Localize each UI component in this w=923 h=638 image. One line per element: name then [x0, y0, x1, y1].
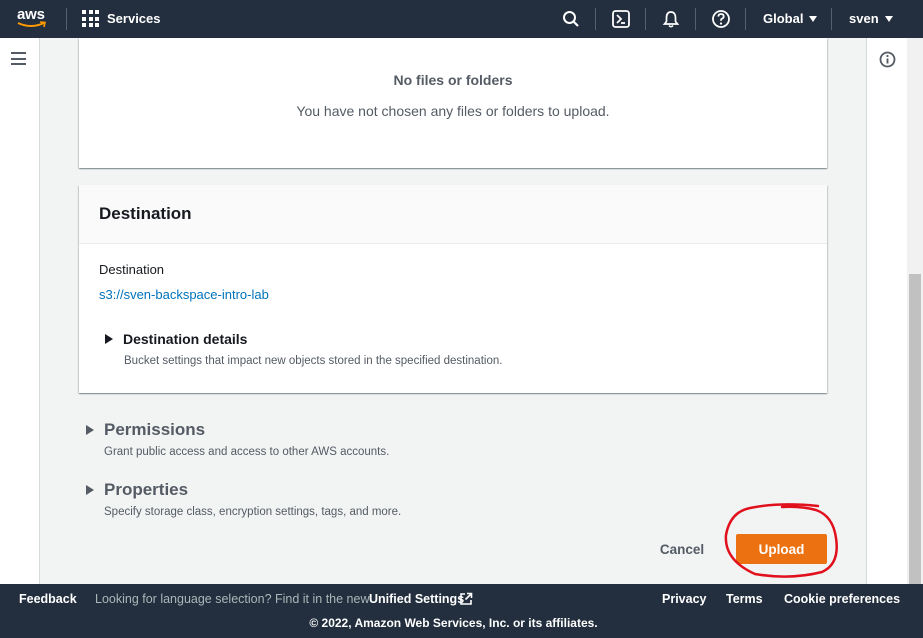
nav-divider — [595, 8, 596, 30]
feedback-link[interactable]: Feedback — [19, 592, 77, 606]
empty-state-message: You have not chosen any files or folders… — [296, 103, 610, 119]
destination-bucket-link[interactable]: s3://sven-backspace-intro-lab — [99, 287, 269, 302]
user-label: sven — [849, 11, 879, 26]
menu-hamburger-icon[interactable] — [11, 52, 26, 65]
unified-settings-link[interactable]: Unified Settings — [369, 592, 464, 606]
destination-details-description: Bucket settings that impact new objects … — [124, 355, 503, 367]
services-grid-icon — [82, 10, 99, 27]
permissions-description: Grant public access and access to other … — [104, 446, 390, 458]
cloudshell-icon[interactable] — [611, 9, 631, 29]
properties-title: Properties — [104, 480, 189, 499]
account-menu[interactable]: sven — [849, 11, 893, 26]
copyright-text: © 2022, Amazon Web Services, Inc. or its… — [309, 616, 598, 630]
files-and-folders-card: No files or folders You have not chosen … — [79, 38, 827, 168]
language-prompt: Looking for language selection? Find it … — [95, 592, 370, 606]
destination-heading: Destination — [99, 204, 192, 223]
destination-card: Destination Destination s3://sven-backsp… — [79, 185, 827, 393]
properties-expander[interactable]: Properties — [86, 480, 401, 500]
permissions-title: Permissions — [104, 420, 206, 439]
aws-smile-icon — [17, 21, 46, 28]
permissions-expander[interactable]: Permissions — [86, 420, 389, 440]
region-selector[interactable]: Global — [763, 11, 818, 26]
scrollbar-thumb[interactable] — [909, 274, 921, 584]
destination-card-header: Destination — [79, 185, 827, 244]
caret-down-icon — [884, 15, 893, 22]
terms-link[interactable]: Terms — [726, 592, 763, 606]
notifications-bell-icon[interactable] — [661, 9, 681, 29]
nav-divider — [831, 8, 832, 30]
privacy-link[interactable]: Privacy — [662, 592, 706, 606]
nav-divider — [695, 8, 696, 30]
caret-right-icon — [86, 485, 94, 495]
external-link-icon[interactable] — [459, 592, 473, 606]
cookie-preferences-link[interactable]: Cookie preferences — [784, 592, 900, 606]
destination-details-title: Destination details — [123, 331, 248, 347]
destination-details-expander[interactable]: Destination details — [105, 331, 247, 347]
properties-section: Properties Specify storage class, encryp… — [86, 480, 401, 518]
nav-divider — [645, 8, 646, 30]
search-icon[interactable] — [561, 9, 581, 29]
help-icon[interactable] — [711, 9, 731, 29]
info-icon[interactable] — [879, 51, 896, 68]
left-navigation-rail — [0, 38, 40, 584]
aws-logo[interactable]: aws — [14, 5, 54, 33]
nav-divider — [66, 8, 67, 30]
destination-label: Destination — [99, 262, 165, 277]
caret-right-icon — [105, 334, 113, 344]
tools-panel-rail — [866, 38, 907, 584]
page-scrollbar[interactable] — [907, 38, 923, 584]
nav-divider — [745, 8, 746, 30]
empty-state-title: No files or folders — [393, 72, 513, 88]
permissions-section: Permissions Grant public access and acce… — [86, 420, 389, 458]
services-label: Services — [107, 11, 161, 26]
cancel-button[interactable]: Cancel — [648, 535, 716, 563]
caret-down-icon — [809, 15, 818, 22]
page-footer: Feedback Looking for language selection?… — [0, 584, 923, 638]
top-navigation: aws Services Global sven — [0, 0, 923, 38]
annotation-circle — [724, 503, 838, 578]
properties-description: Specify storage class, encryption settin… — [104, 506, 402, 518]
region-label: Global — [763, 11, 804, 26]
services-menu-button[interactable]: Services — [82, 10, 161, 27]
caret-right-icon — [86, 425, 94, 435]
